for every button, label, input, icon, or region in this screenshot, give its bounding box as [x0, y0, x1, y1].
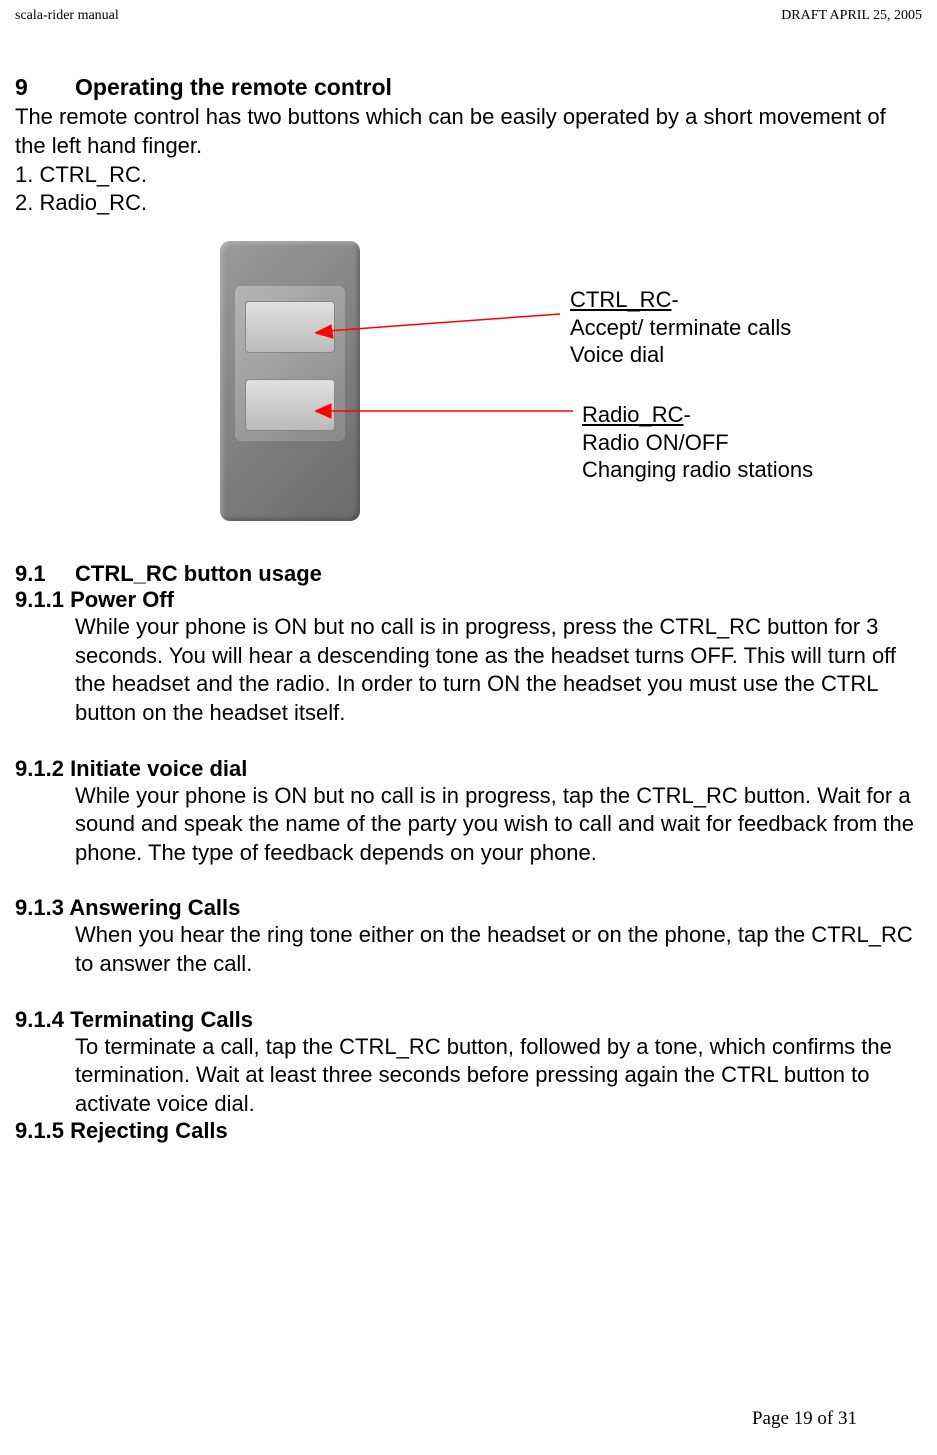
callout-radio-rc-line2: Radio ON/OFF — [582, 430, 729, 455]
callout-radio-rc: Radio_RC- Radio ON/OFF Changing radio st… — [582, 401, 813, 484]
item-912-body: While your phone is ON but no call is in… — [75, 782, 922, 868]
section-title: Operating the remote control — [75, 74, 392, 100]
section-heading: 9Operating the remote control — [15, 74, 922, 101]
item-913-title: Answering Calls — [69, 895, 240, 920]
subsection-heading: 9.1CTRL_RC button usage — [15, 561, 922, 587]
callout-ctrl-rc-line2: Accept/ terminate calls — [570, 315, 791, 340]
item-911-heading: 9.1.1 Power Off — [15, 587, 922, 613]
remote-control-image — [200, 231, 386, 541]
figure: CTRL_RC- Accept/ terminate calls Voice d… — [15, 231, 922, 551]
callout-ctrl-rc: CTRL_RC- Accept/ terminate calls Voice d… — [570, 286, 791, 369]
item-914-heading: 9.1.4 Terminating Calls — [15, 1007, 922, 1033]
page-header: scala-rider manual DRAFT APRIL 25, 2005 — [15, 8, 922, 24]
item-912-title: Initiate voice dial — [70, 756, 247, 781]
item-913-body: When you hear the ring tone either on th… — [75, 921, 922, 978]
item-911-body: While your phone is ON but no call is in… — [75, 613, 922, 727]
section-number: 9 — [15, 74, 75, 101]
item-912-num: 9.1.2 — [15, 756, 64, 782]
page-footer: Page 19 of 31 — [752, 1408, 857, 1430]
item-915-title: Rejecting Calls — [70, 1118, 228, 1143]
item-911-num: 9.1.1 — [15, 587, 64, 613]
item-911-title: Power Off — [70, 587, 174, 612]
arrow-radio-rc-icon — [315, 401, 575, 421]
item-913-num: 9.1.3 — [15, 895, 64, 921]
item-913-heading: 9.1.3 Answering Calls — [15, 895, 922, 921]
item-915-num: 9.1.5 — [15, 1118, 64, 1144]
arrow-ctrl-rc-icon — [315, 311, 565, 341]
subsection-number: 9.1 — [15, 561, 75, 587]
list-item-1: 1. CTRL_RC. — [15, 162, 922, 188]
callout-radio-rc-title: Radio_RC — [582, 402, 684, 427]
item-914-title: Terminating Calls — [70, 1007, 253, 1032]
intro-text: The remote control has two buttons which… — [15, 103, 922, 160]
item-914-num: 9.1.4 — [15, 1007, 64, 1033]
header-left: scala-rider manual — [15, 8, 119, 24]
callout-ctrl-rc-line3: Voice dial — [570, 342, 664, 367]
callout-radio-rc-line3: Changing radio stations — [582, 457, 813, 482]
callout-ctrl-rc-title: CTRL_RC — [570, 287, 671, 312]
item-912-heading: 9.1.2 Initiate voice dial — [15, 756, 922, 782]
item-914-body: To terminate a call, tap the CTRL_RC but… — [75, 1033, 922, 1119]
subsection-title: CTRL_RC button usage — [75, 561, 322, 586]
item-915-heading: 9.1.5 Rejecting Calls — [15, 1118, 922, 1144]
header-right: DRAFT APRIL 25, 2005 — [781, 8, 922, 24]
list-item-2: 2. Radio_RC. — [15, 190, 922, 216]
